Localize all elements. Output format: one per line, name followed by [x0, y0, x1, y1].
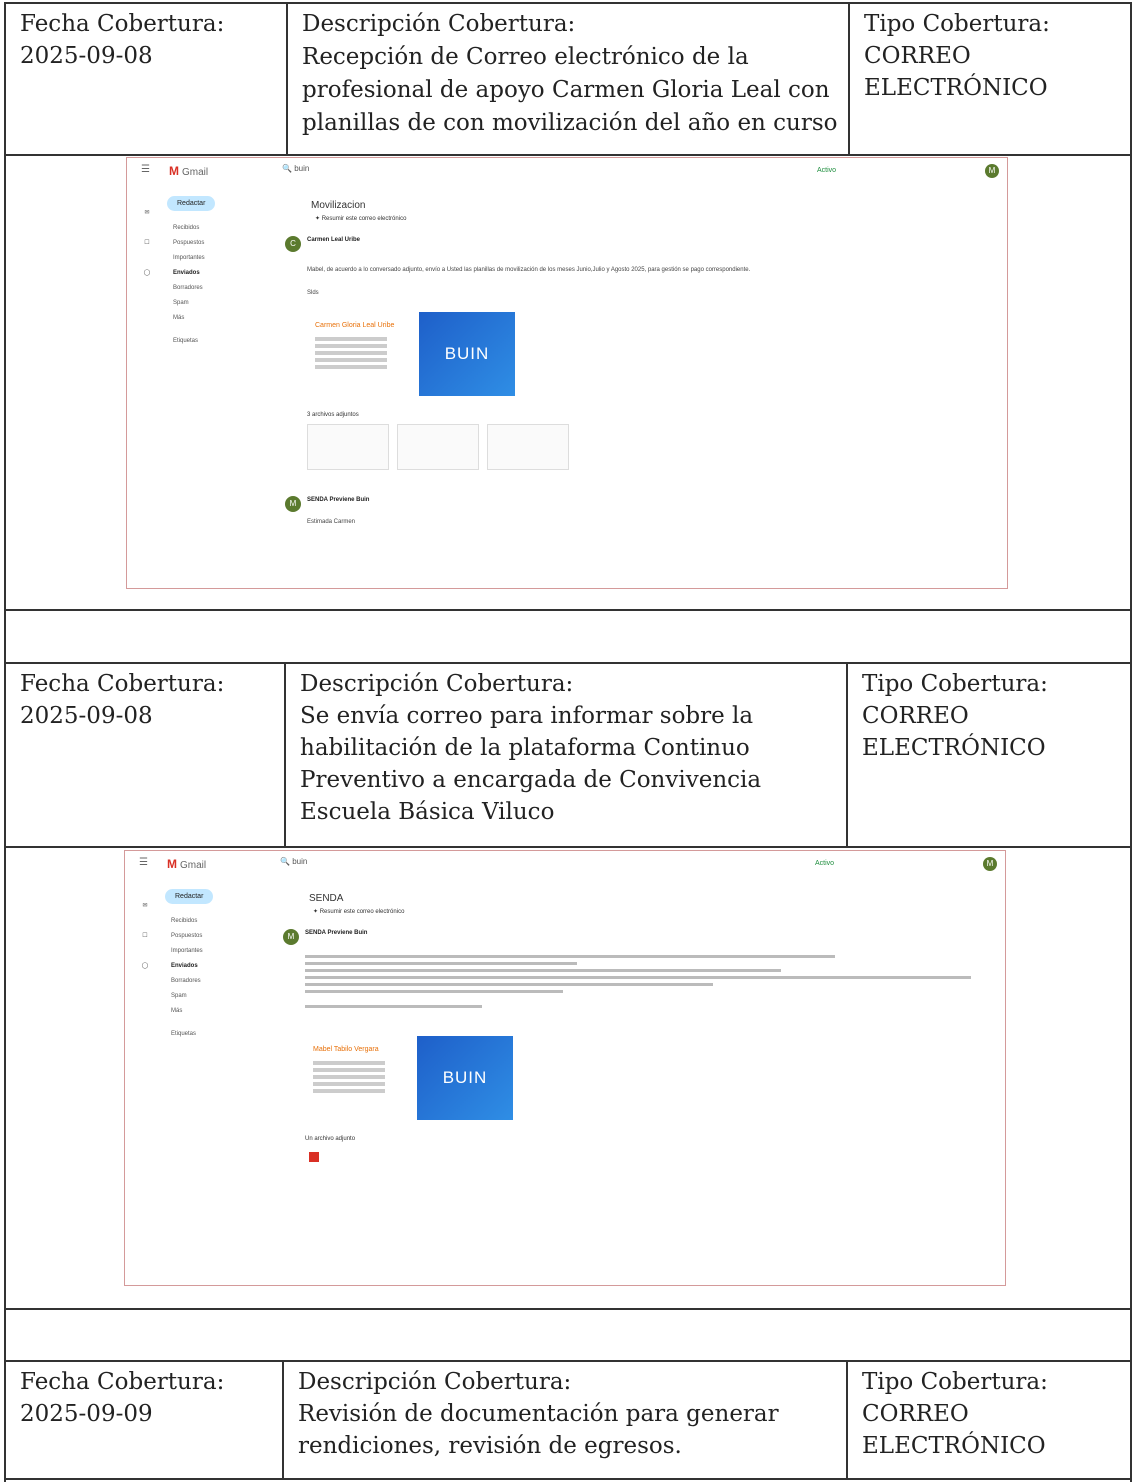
menu-icon[interactable]: ☰: [141, 164, 150, 175]
nav-recibidos[interactable]: Recibidos: [167, 221, 277, 236]
nav-spam[interactable]: Spam: [167, 296, 277, 311]
signature: Carmen Gloria Leal Uribe BUIN: [307, 312, 987, 402]
fecha-label: Fecha Cobertura:: [20, 671, 225, 697]
left-rail: ✉ ☐ ◯: [143, 210, 151, 276]
compose-button[interactable]: Redactar: [165, 889, 214, 904]
descripcion-value: Recepción de Correo electrónico de la pr…: [302, 44, 838, 136]
gmail-message: SENDA ✦ Resumir este correo electrónico …: [283, 881, 985, 1162]
descripcion-value: Se envía correo para informar sobre la h…: [300, 703, 762, 825]
row3-tipo: Tipo Cobertura: CORREO ELECTRÓNICO: [848, 1362, 1088, 1480]
fecha-label: Fecha Cobertura:: [20, 11, 225, 37]
row2-fecha: Fecha Cobertura: 2025-09-08: [6, 664, 284, 846]
sender-row: M SENDA Previene Buin: [283, 929, 985, 951]
nav-importantes[interactable]: Importantes: [165, 944, 275, 959]
signature-name: Mabel Tabilo Vergara: [313, 1046, 379, 1053]
email-body-lines: [305, 955, 985, 1008]
attachment-list[interactable]: [307, 418, 987, 472]
nav-mas[interactable]: Más: [165, 1004, 275, 1019]
row1-descripcion: Descripción Cobertura: Recepción de Corr…: [288, 4, 848, 154]
fecha-label: Fecha Cobertura:: [20, 1369, 225, 1395]
gmail-screenshot-1: ☰ M Gmail 🔍 buin Activo M ✉ ☐ ◯ Redactar Re…: [126, 157, 1008, 589]
gmail-logo: M Gmail: [169, 164, 209, 178]
gmail-topbar: ☰ M Gmail 🔍 buin Activo M: [125, 851, 1005, 877]
row3-descripcion: Descripción Cobertura: Revisión de docum…: [284, 1362, 846, 1480]
tipo-label: Tipo Cobertura:: [864, 11, 1050, 37]
row3-fecha: Fecha Cobertura: 2025-09-09: [6, 1362, 282, 1480]
fecha-value: 2025-09-09: [20, 1401, 153, 1427]
search-input[interactable]: 🔍 buin: [280, 857, 307, 866]
menu-icon[interactable]: ☰: [139, 857, 148, 868]
buin-logo: BUIN: [417, 1036, 513, 1120]
tipo-value: CORREO ELECTRÓNICO: [862, 703, 1046, 761]
descripcion-label: Descripción Cobertura:: [302, 11, 576, 37]
labels-title: Etiquetas: [171, 1031, 197, 1037]
tipo-label: Tipo Cobertura:: [862, 1369, 1048, 1395]
labels-title: Etiquetas: [173, 338, 199, 344]
summary-button[interactable]: ✦ Resumir este correo electrónico: [313, 908, 985, 915]
nav-borradores[interactable]: Borradores: [167, 281, 277, 296]
sender-row: C Carmen Leal Uribe: [285, 236, 987, 258]
nav-spam[interactable]: Spam: [165, 989, 275, 1004]
attachments-count: Un archivo adjunto: [305, 1136, 356, 1142]
row2-descripcion: Descripción Cobertura: Se envía correo p…: [286, 664, 846, 846]
nav-pospuestos[interactable]: Pospuestos: [167, 236, 277, 251]
row1-fecha: Fecha Cobertura: 2025-09-08: [6, 4, 286, 154]
status-active[interactable]: Activo: [817, 167, 836, 174]
avatar[interactable]: M: [985, 164, 999, 178]
sender-avatar: M: [283, 929, 299, 945]
row1-tipo: Tipo Cobertura: CORREO ELECTRÓNICO: [850, 4, 1090, 154]
fecha-value: 2025-09-08: [20, 43, 153, 69]
signature: Mabel Tabilo Vergara BUIN: [305, 1036, 985, 1126]
buin-logo: BUIN: [419, 312, 515, 396]
attachment-icon[interactable]: [309, 1152, 319, 1162]
sender-avatar: C: [285, 236, 301, 252]
nav-mas[interactable]: Más: [167, 311, 277, 326]
gmail-logo: M Gmail: [167, 857, 207, 871]
tipo-value: CORREO ELECTRÓNICO: [862, 1401, 1046, 1459]
signature-name: Carmen Gloria Leal Uribe: [315, 322, 395, 329]
email-subject: SENDA: [309, 893, 344, 904]
left-rail: ✉ ☐ ◯: [141, 903, 149, 969]
nav-borradores[interactable]: Borradores: [165, 974, 275, 989]
summary-button[interactable]: ✦ Resumir este correo electrónico: [315, 215, 987, 222]
nav-importantes[interactable]: Importantes: [167, 251, 277, 266]
sender-name[interactable]: SENDA Previene Buin: [305, 930, 367, 936]
sender-name[interactable]: Carmen Leal Uribe: [307, 237, 360, 243]
nav-enviados[interactable]: Enviados: [165, 959, 275, 974]
next-sender-name[interactable]: SENDA Previene Buin: [307, 497, 369, 503]
email-greeting: Slds: [307, 290, 319, 296]
search-input[interactable]: 🔍 buin: [282, 164, 309, 173]
gmail-topbar: ☰ M Gmail 🔍 buin Activo M: [127, 158, 1007, 184]
tipo-label: Tipo Cobertura:: [862, 671, 1048, 697]
next-line: Estimada Carmen: [307, 519, 356, 525]
descripcion-label: Descripción Cobertura:: [298, 1369, 572, 1395]
next-sender-row: M SENDA Previene Buin: [285, 496, 987, 518]
row2-tipo: Tipo Cobertura: CORREO ELECTRÓNICO: [848, 664, 1088, 846]
gmail-sidebar: Redactar Recibidos Pospuestos Importante…: [167, 196, 277, 349]
status-active[interactable]: Activo: [815, 860, 834, 867]
nav-enviados[interactable]: Enviados: [167, 266, 277, 281]
descripcion-label: Descripción Cobertura:: [300, 671, 574, 697]
gmail-sidebar: Redactar Recibidos Pospuestos Importante…: [165, 889, 275, 1042]
email-body: Mabel, de acuerdo a lo conversado adjunt…: [307, 267, 751, 273]
nav-recibidos[interactable]: Recibidos: [165, 914, 275, 929]
compose-button[interactable]: Redactar: [167, 196, 216, 211]
nav-pospuestos[interactable]: Pospuestos: [165, 929, 275, 944]
fecha-value: 2025-09-08: [20, 703, 153, 729]
descripcion-value: Revisión de documentación para generar r…: [298, 1401, 779, 1459]
next-sender-avatar: M: [285, 496, 301, 512]
tipo-value: CORREO ELECTRÓNICO: [864, 43, 1048, 101]
avatar[interactable]: M: [983, 857, 997, 871]
email-subject: Movilizacion: [311, 200, 366, 211]
gmail-screenshot-2: ☰ M Gmail 🔍 buin Activo M ✉ ☐ ◯ Redactar Re…: [124, 850, 1006, 1286]
gmail-message: Movilizacion ✦ Resumir este correo elect…: [285, 188, 987, 527]
